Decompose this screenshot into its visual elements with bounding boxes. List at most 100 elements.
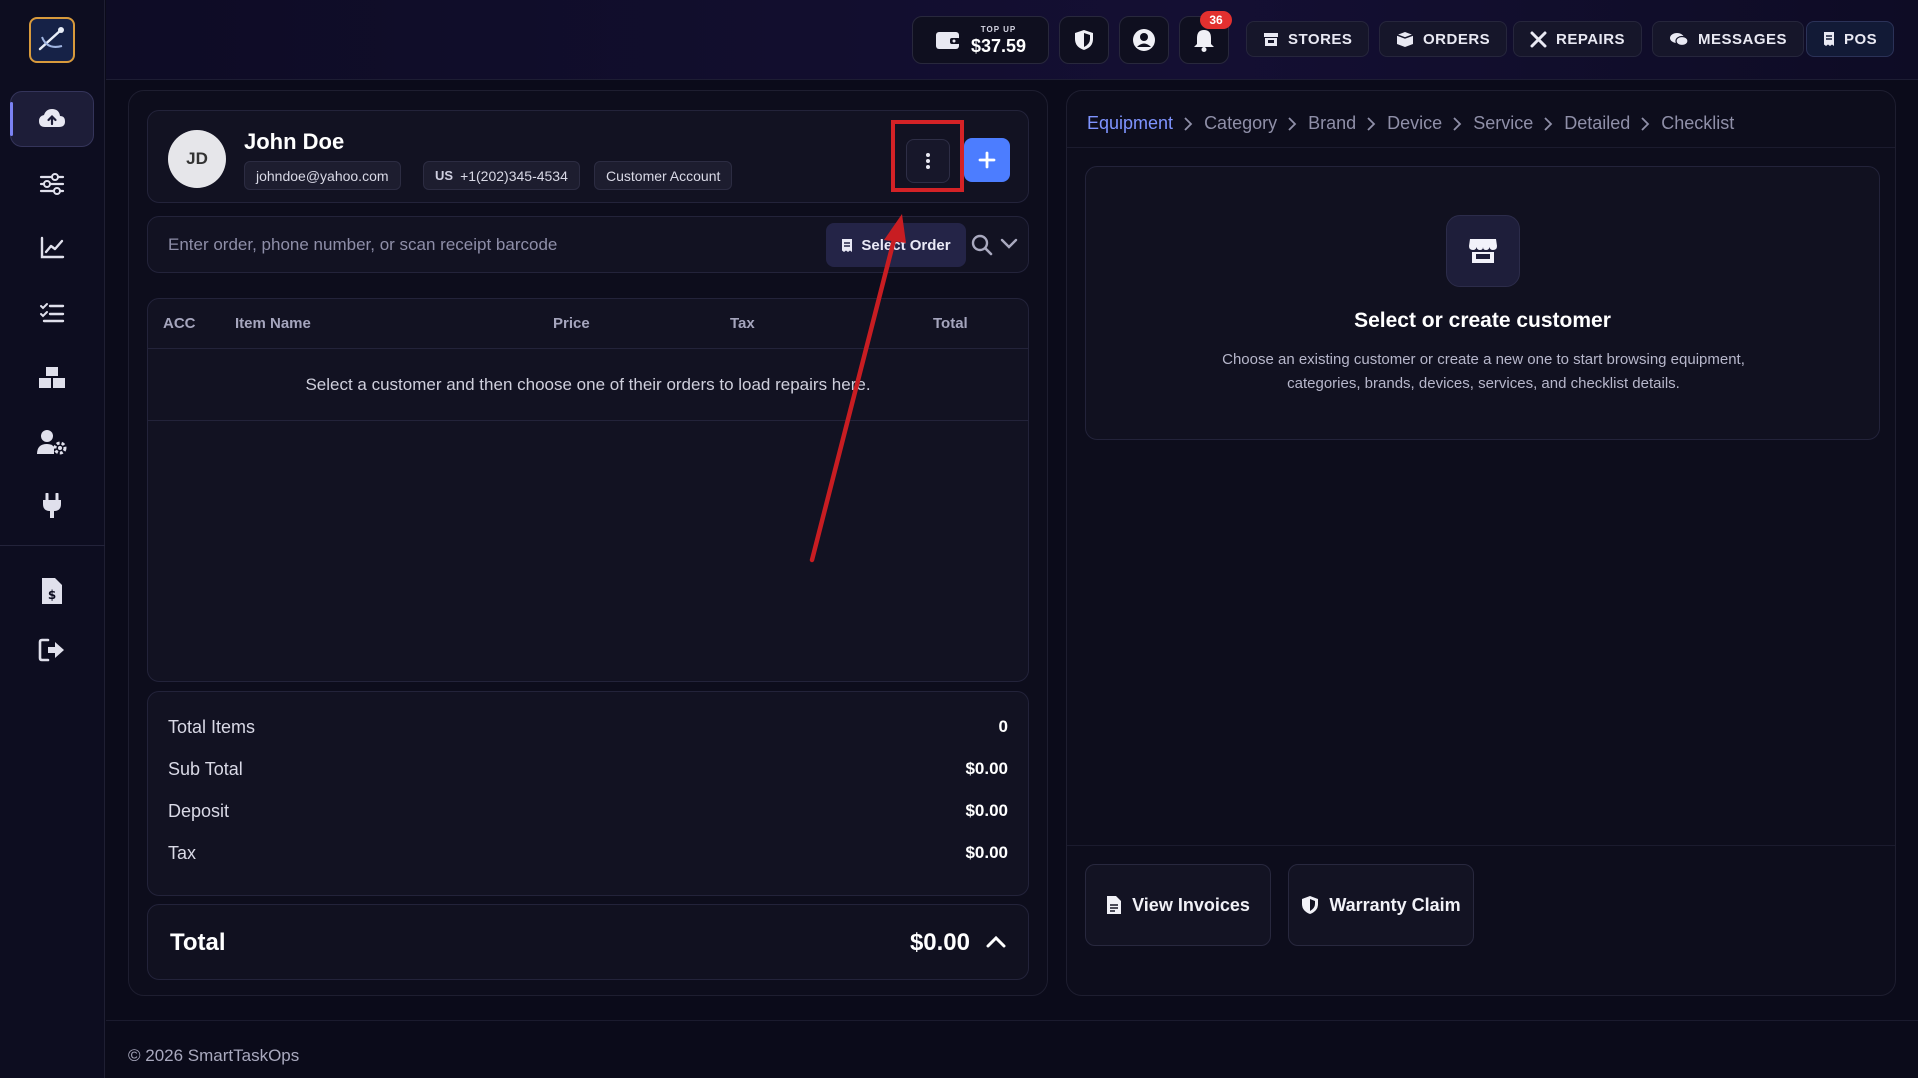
user-circle-icon [1133, 29, 1155, 51]
breadcrumb: Equipment Category Brand Device Service … [1087, 113, 1734, 134]
select-order-label: Select Order [861, 236, 951, 254]
tools-icon [1530, 31, 1547, 47]
profile-button[interactable] [1119, 16, 1169, 64]
pos-cart-panel: JD John Doe johndoe@yahoo.com US +1(202)… [128, 90, 1048, 996]
nav-pos-label: POS [1844, 30, 1878, 48]
view-invoices-button[interactable]: View Invoices [1085, 864, 1271, 946]
sidebar-item-settings[interactable] [10, 156, 94, 212]
store-icon [1264, 33, 1278, 46]
summary-value: $0.00 [965, 759, 1008, 778]
breadcrumb-service[interactable]: Service [1473, 113, 1533, 134]
account-type-chip: Customer Account [594, 161, 733, 190]
divider [1067, 845, 1895, 846]
sidebar-item-user-settings[interactable] [10, 414, 94, 470]
shield-icon [1075, 30, 1093, 50]
select-customer-description: Choose an existing customer or create a … [1222, 351, 1745, 392]
search-input[interactable]: Enter order, phone number, or scan recei… [168, 235, 557, 255]
select-order-button[interactable]: Select Order [826, 223, 966, 267]
chevron-right-icon [1288, 116, 1297, 131]
column-tax: Tax [730, 315, 755, 332]
nav-repairs-button[interactable]: REPAIRS [1513, 21, 1643, 57]
divider [1067, 147, 1895, 148]
invoice-icon: $ [42, 578, 62, 604]
receipt-icon [842, 238, 853, 252]
summary-value: 0 [998, 717, 1008, 736]
warranty-claim-button[interactable]: Warranty Claim [1288, 864, 1474, 946]
chevron-down-icon[interactable] [1000, 238, 1018, 250]
customer-phone: +1(202)345-4534 [460, 167, 568, 184]
app-logo[interactable] [29, 17, 75, 63]
breadcrumb-category[interactable]: Category [1204, 113, 1277, 134]
sidebar-item-integrations[interactable] [10, 478, 94, 534]
customer-email: johndoe@yahoo.com [256, 167, 389, 184]
nav-stores-button[interactable]: STORES [1246, 21, 1370, 57]
checklist-icon [40, 303, 65, 323]
chat-icon [1670, 33, 1689, 47]
notification-count-badge: 36 [1200, 11, 1232, 29]
view-invoices-label: View Invoices [1132, 894, 1250, 915]
sidebar-item-analytics[interactable] [10, 220, 94, 276]
store-icon-tile [1446, 215, 1520, 287]
wallet-balance: $37.59 [970, 35, 1027, 56]
account-type: Customer Account [606, 167, 721, 184]
breadcrumb-checklist[interactable]: Checklist [1661, 113, 1734, 134]
total-value: $0.00 [909, 929, 970, 956]
customer-card: JD John Doe johndoe@yahoo.com US +1(202)… [147, 110, 1029, 203]
nav-messages-button[interactable]: MESSAGES [1652, 21, 1805, 57]
summary-label: Tax [168, 843, 197, 863]
summary-label: Sub Total [168, 759, 243, 779]
shield-icon [1302, 896, 1319, 914]
store-front-icon [1469, 239, 1497, 263]
nav-repairs-label: REPAIRS [1556, 30, 1626, 48]
svg-text:$: $ [48, 588, 56, 602]
nav-orders-button[interactable]: ORDERS [1379, 21, 1508, 57]
country-code: US [435, 168, 454, 183]
breadcrumb-device[interactable]: Device [1387, 113, 1442, 134]
table-header: ACC Item Name Price Tax Total [148, 299, 1028, 349]
box-icon [1396, 32, 1414, 47]
nav-pos-button[interactable]: POS [1806, 21, 1895, 57]
sidebar-item-inventory[interactable] [10, 349, 94, 405]
document-icon [1107, 896, 1122, 914]
nav-orders-label: ORDERS [1423, 30, 1491, 48]
order-search-bar[interactable]: Enter order, phone number, or scan recei… [147, 216, 1029, 273]
total-bar[interactable]: Total $0.00 [147, 904, 1029, 980]
summary-total-items: Total Items 0 [168, 717, 1008, 738]
customer-name: John Doe [244, 129, 345, 154]
notifications-button[interactable]: 36 [1179, 11, 1232, 64]
select-customer-title: Select or create customer [1354, 309, 1611, 332]
customer-email-chip: johndoe@yahoo.com [244, 161, 401, 190]
column-price: Price [553, 315, 590, 332]
chevron-up-icon[interactable] [986, 935, 1006, 949]
total-label: Total [170, 929, 226, 956]
bell-icon [1194, 30, 1214, 52]
sliders-icon [39, 173, 65, 195]
more-vertical-icon [926, 153, 930, 169]
summary-deposit: Deposit $0.00 [168, 801, 1008, 822]
footer-divider [106, 1020, 1918, 1021]
sidebar-item-billing[interactable]: $ [10, 563, 94, 619]
select-customer-card: Select or create customer Choose an exis… [1085, 166, 1880, 440]
sidebar-item-cloud[interactable] [10, 91, 94, 147]
sidebar-item-logout[interactable] [10, 622, 94, 678]
summary-tax: Tax $0.00 [168, 843, 1008, 864]
sidebar-item-tasks[interactable] [10, 285, 94, 341]
customer-more-options-button[interactable] [906, 139, 950, 183]
security-button[interactable] [1059, 16, 1109, 64]
top-bar: TOP UP $37.59 36 STORES ORDERS REPAIRS M… [106, 0, 1918, 80]
search-icon[interactable] [971, 234, 993, 256]
summary-value: $0.00 [965, 843, 1008, 862]
plug-icon [43, 493, 61, 518]
add-customer-button[interactable] [964, 138, 1010, 182]
summary-label: Deposit [168, 801, 230, 821]
breadcrumb-equipment[interactable]: Equipment [1087, 113, 1173, 134]
warranty-claim-label: Warranty Claim [1329, 894, 1461, 915]
footer-copyright: © 2026 SmartTaskOps [128, 1046, 300, 1065]
breadcrumb-brand[interactable]: Brand [1308, 113, 1356, 134]
chevron-right-icon [1367, 116, 1376, 131]
wallet-top-up-button[interactable]: TOP UP $37.59 [912, 16, 1049, 64]
breadcrumb-detailed[interactable]: Detailed [1564, 113, 1630, 134]
table-empty-message: Select a customer and then choose one of… [148, 349, 1028, 421]
summary-label: Total Items [168, 717, 256, 737]
logout-icon [38, 638, 64, 662]
